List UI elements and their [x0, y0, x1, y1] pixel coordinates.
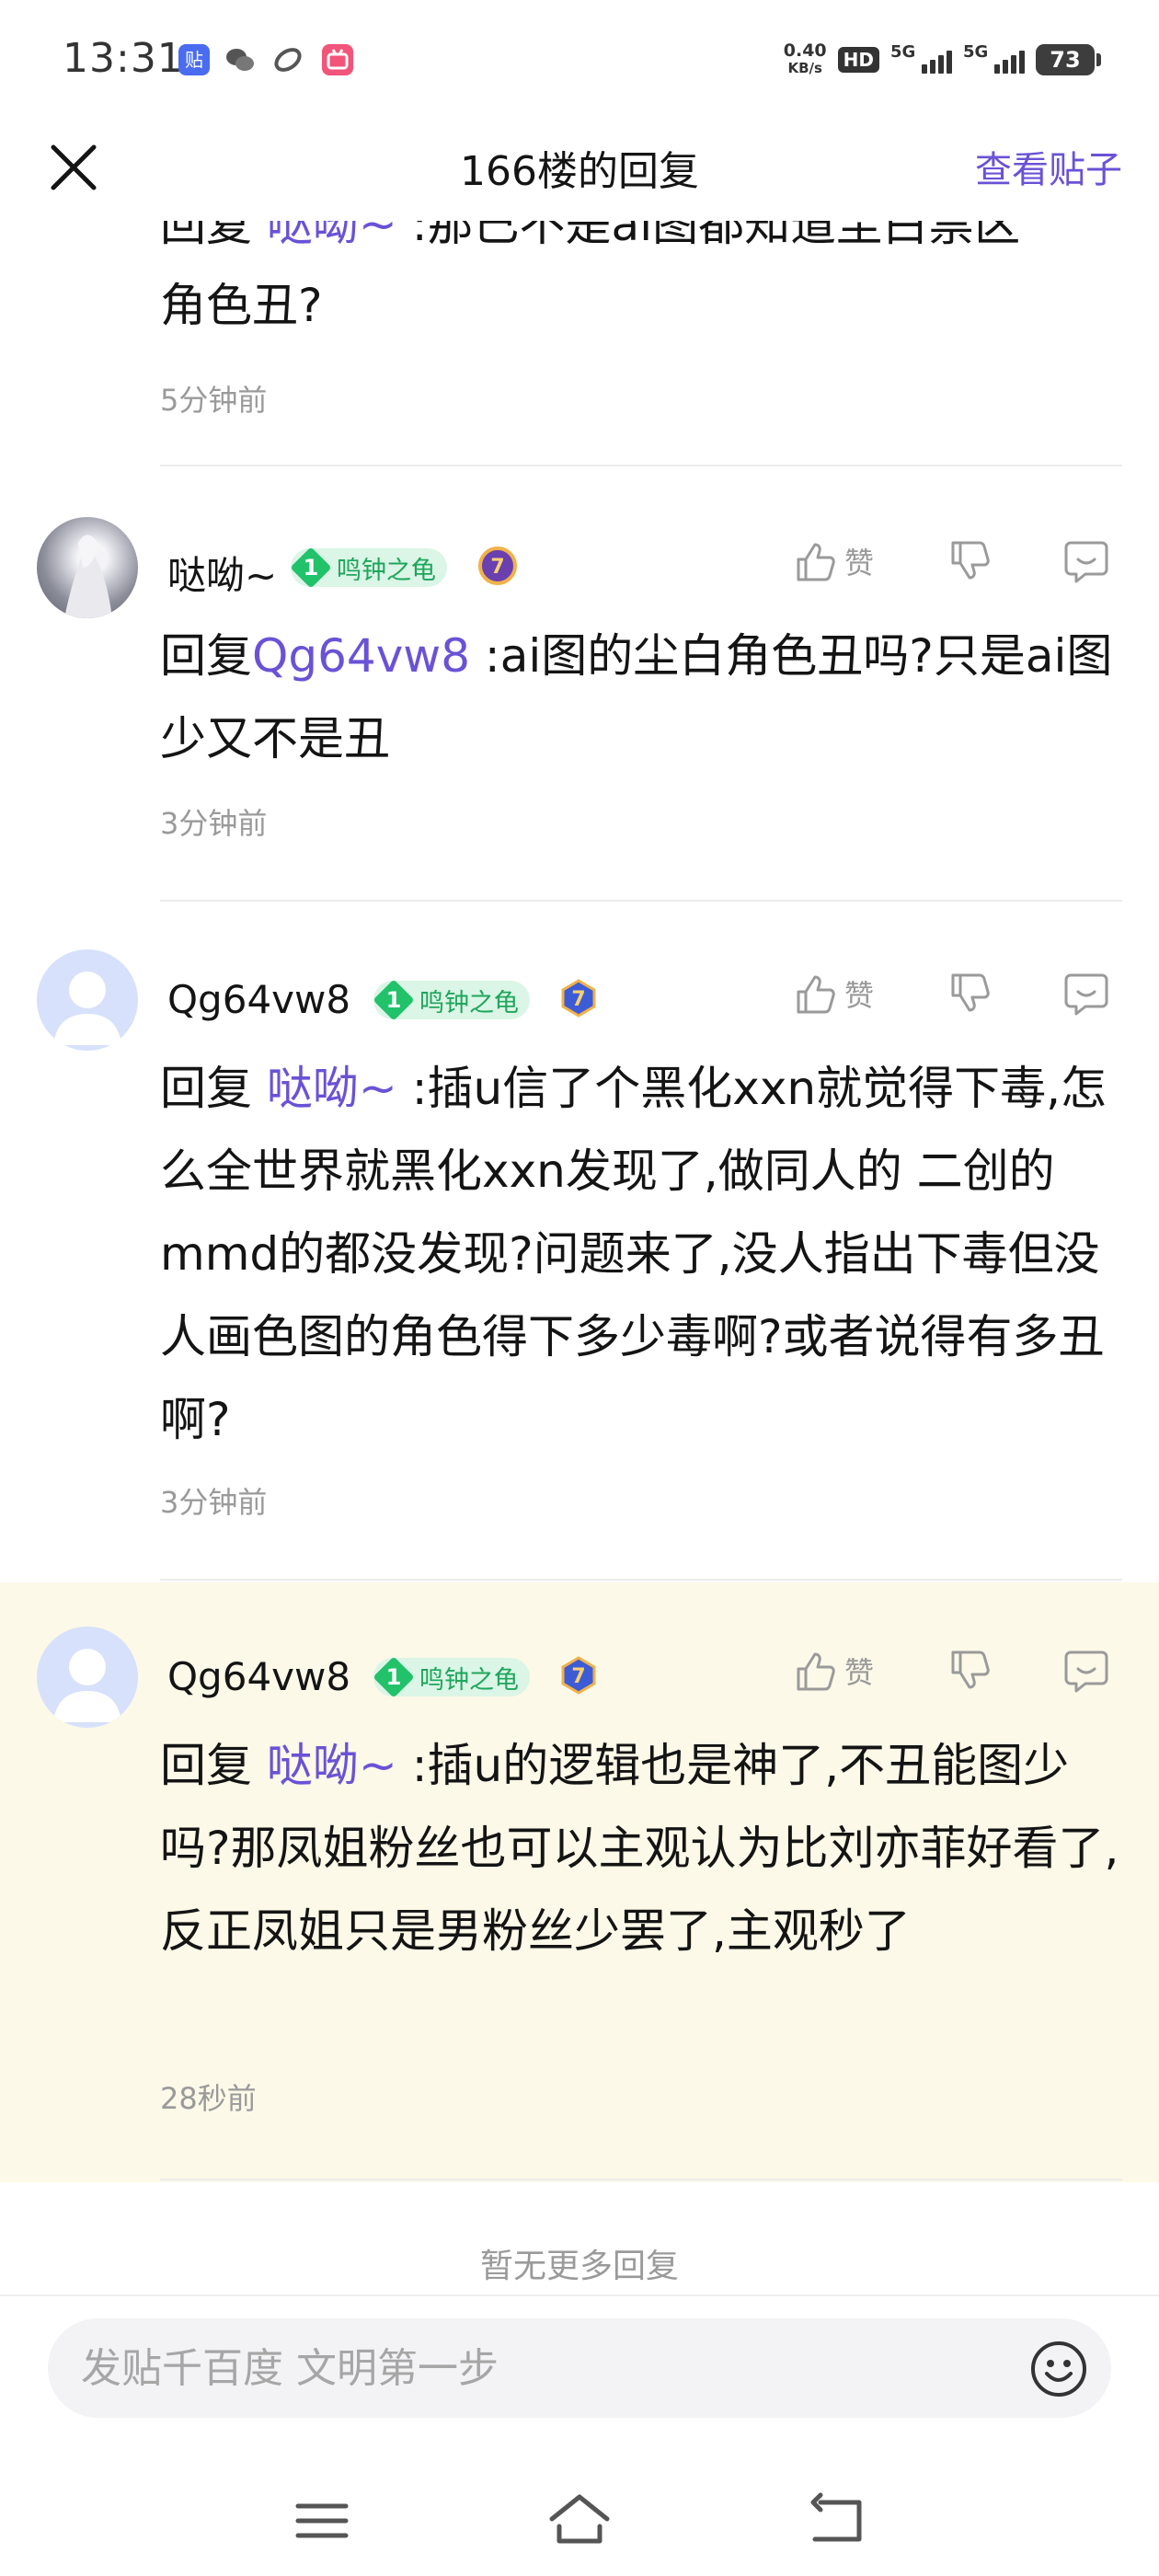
no-more-replies: 暂无更多回复	[479, 2248, 679, 2285]
divider	[160, 1579, 1122, 1581]
sync-icon	[272, 44, 304, 75]
status-indicators: 0.40 KB/s HD 5G 5G 73	[783, 37, 1101, 83]
dislike-button[interactable]	[946, 537, 993, 585]
like-button[interactable]: 赞	[791, 970, 874, 1018]
system-nav-bar	[0, 2466, 1159, 2576]
battery-icon: 73	[1036, 44, 1101, 75]
svg-text:7: 7	[571, 988, 585, 1011]
timestamp: 5分钟前	[160, 383, 268, 418]
menu-icon[interactable]	[285, 2484, 359, 2558]
network-speed: 0.40 KB/s	[783, 40, 827, 77]
mention-link[interactable]: 哒呦~	[267, 1739, 397, 1792]
back-icon[interactable]	[800, 2484, 874, 2558]
mention-link[interactable]: 哒呦~	[267, 1062, 397, 1115]
bilibili-icon	[322, 44, 353, 75]
svg-text:7: 7	[571, 1665, 585, 1688]
medal-icon: 7	[561, 1656, 596, 1695]
avatar[interactable]	[37, 949, 138, 1051]
timestamp: 3分钟前	[160, 806, 268, 841]
reply-content: 回复 哒呦~ :那已不是ai图都知道尘白禁区 角色丑?	[160, 212, 1135, 346]
timestamp: 28秒前	[160, 2081, 257, 2116]
dislike-button[interactable]	[946, 970, 993, 1018]
timestamp: 3分钟前	[160, 1485, 268, 1520]
view-post-link[interactable]: 查看贴子	[975, 140, 1122, 193]
dislike-icon	[951, 1650, 990, 1689]
divider	[0, 2294, 1159, 2296]
divider	[160, 465, 1122, 466]
comment-button[interactable]	[1061, 970, 1111, 1019]
level-badge: 1 鸣钟之龟	[373, 1658, 530, 1696]
like-button[interactable]: 赞	[791, 537, 874, 585]
username[interactable]: Qg64vw8	[167, 1654, 350, 1699]
username[interactable]: Qg64vw8	[167, 977, 350, 1022]
comment-icon	[1064, 973, 1108, 1016]
comment-icon	[1064, 1650, 1108, 1693]
like-icon	[797, 1652, 835, 1691]
reply-list: 回复 哒呦~ :那已不是ai图都知道尘白禁区 角色丑? 5分钟前 哒呦~ 1 鸣…	[0, 212, 1159, 2182]
comment-icon	[1064, 541, 1108, 583]
dislike-icon	[951, 973, 990, 1012]
list-item-highlighted: Qg64vw8 1 鸣钟之龟 7 赞 回复 哒呦~ :插u的逻辑也是神了,不丑能…	[0, 1582, 1159, 2182]
hd-voice-icon: HD	[837, 47, 879, 73]
wechat-icon	[224, 44, 256, 75]
divider	[160, 2179, 1122, 2180]
clock: 13:31	[63, 35, 184, 82]
comment-button[interactable]	[1061, 1647, 1111, 1696]
reply-content: 回复 哒呦~ :插u的逻辑也是神了,不丑能图少吗?那凤姐粉丝也可以主观认为比刘亦…	[160, 1739, 1119, 1958]
dislike-icon	[951, 541, 990, 580]
comment-button[interactable]	[1061, 537, 1111, 587]
home-icon[interactable]	[543, 2484, 616, 2558]
medal-icon: 7	[561, 979, 596, 1018]
like-icon	[797, 975, 835, 1014]
mention-link[interactable]: Qg64vw8	[252, 629, 470, 683]
list-item: Qg64vw8 1 鸣钟之龟 7 赞 回复 哒呦~ :插u信了个黑化xxn就觉得…	[0, 902, 1159, 1582]
like-icon	[797, 543, 835, 581]
svg-text:7: 7	[490, 556, 504, 579]
status-bar: 13:31 贴 0.40 KB/s HD 5G 5G 73	[0, 0, 1159, 120]
avatar[interactable]	[37, 517, 138, 618]
reply-content: 回复 哒呦~ :插u信了个黑化xxn就觉得下毒,怎么全世界就黑化xxn发现了,做…	[160, 1062, 1107, 1446]
list-item: 回复 哒呦~ :那已不是ai图都知道尘白禁区 角色丑? 5分钟前	[0, 212, 1159, 467]
username[interactable]: 哒呦~	[167, 545, 277, 601]
reply-content: 回复Qg64vw8 :ai图的尘白角色丑吗?只是ai图少又不是丑	[160, 629, 1113, 765]
dislike-button[interactable]	[946, 1647, 993, 1695]
emoji-icon[interactable]	[1030, 2340, 1087, 2398]
medal-icon: 7	[478, 546, 517, 585]
level-badge: 1 鸣钟之龟	[373, 981, 530, 1019]
signal-icon: 5G	[890, 42, 952, 74]
header: 166楼的回复 查看贴子	[0, 120, 1159, 221]
like-button[interactable]: 赞	[791, 1647, 874, 1695]
reply-input[interactable]	[81, 2318, 1001, 2418]
tieba-app-icon: 贴	[178, 44, 210, 75]
level-badge: 1 鸣钟之龟	[291, 548, 447, 587]
reply-composer[interactable]	[48, 2318, 1111, 2418]
signal-icon: 5G	[963, 42, 1025, 74]
avatar[interactable]	[37, 1627, 138, 1728]
list-item: 哒呦~ 1 鸣钟之龟 7 赞 回复Qg64vw8 :ai图的尘白角色丑吗?只是a…	[0, 467, 1159, 902]
